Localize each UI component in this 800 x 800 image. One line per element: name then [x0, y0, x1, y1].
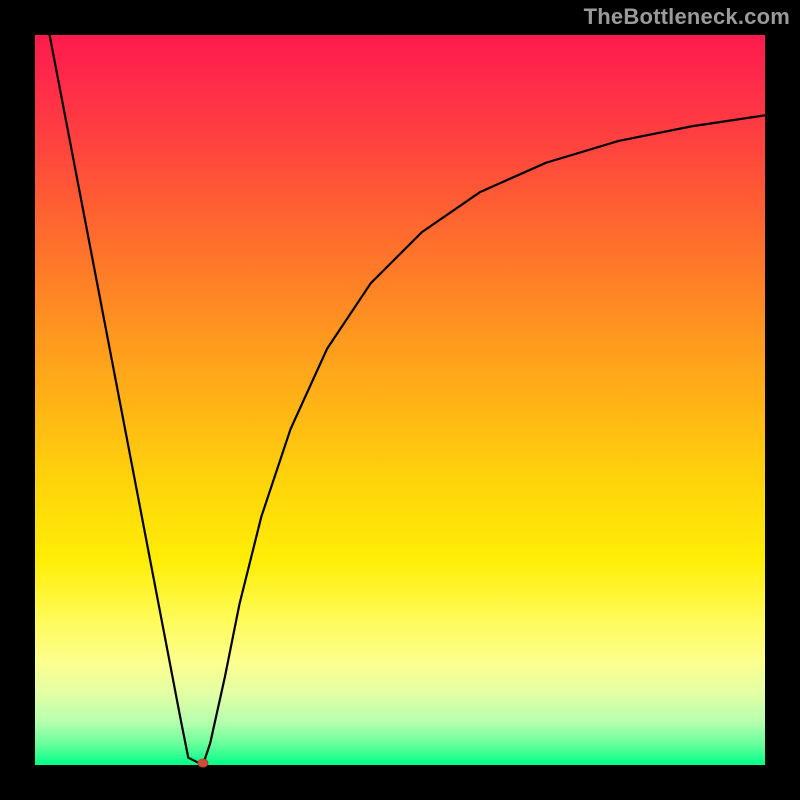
plot-area — [35, 35, 765, 765]
bottleneck-curve — [50, 35, 765, 765]
watermark-label: TheBottleneck.com — [584, 4, 790, 30]
optimal-marker — [198, 759, 208, 767]
chart-frame: TheBottleneck.com — [0, 0, 800, 800]
chart-svg — [35, 35, 765, 765]
